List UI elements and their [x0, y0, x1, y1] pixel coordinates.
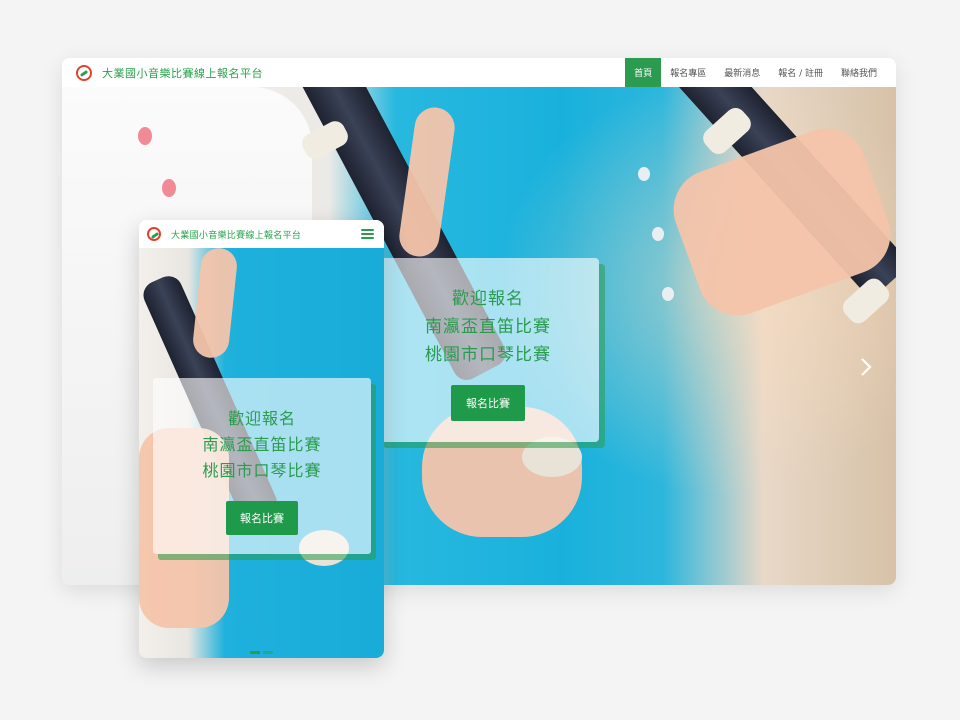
- main-menu: 首頁 報名專區 最新消息 報名 / 註冊 聯絡我們: [625, 58, 886, 87]
- hero-caption-card: 歡迎報名 南瀛盃直笛比賽 桃園市口琴比賽 報名比賽: [377, 258, 599, 442]
- site-title[interactable]: 大業國小音樂比賽線上報名平台: [171, 228, 301, 241]
- menu-item-contact[interactable]: 聯絡我們: [832, 58, 886, 87]
- showcase-stage: 大業國小音樂比賽線上報名平台 首頁 報名專區 最新消息 報名 / 註冊 聯絡我們: [0, 0, 960, 720]
- carousel-indicator[interactable]: [263, 651, 273, 654]
- menu-item-signup-register[interactable]: 報名 / 註冊: [769, 58, 832, 87]
- hero-contest-2-text: 桃園市口琴比賽: [425, 345, 551, 365]
- mobile-hero-carousel: 歡迎報名 南瀛盃直笛比賽 桃園市口琴比賽 報名比賽: [139, 248, 384, 658]
- hero-photo-hand: [396, 104, 458, 260]
- mobile-mockup: 大業國小音樂比賽線上報名平台 歡迎報名 南瀛盃直笛比賽 桃園市口琴比賽 報名比賽: [139, 220, 384, 658]
- shirt-button-shape: [162, 179, 176, 197]
- menu-item-registration-area[interactable]: 報名專區: [661, 58, 715, 87]
- hero-photo-hand: [191, 248, 239, 360]
- hero-contest-2-text: 桃園市口琴比賽: [202, 461, 322, 480]
- carousel-indicator[interactable]: [250, 651, 260, 654]
- hero-contest-1-text: 南瀛盃直笛比賽: [425, 317, 551, 337]
- mobile-hero-caption-card: 歡迎報名 南瀛盃直笛比賽 桃園市口琴比賽 報名比賽: [153, 378, 371, 554]
- polo-button-shape: [652, 227, 664, 241]
- menu-item-home[interactable]: 首頁: [625, 58, 662, 87]
- site-title[interactable]: 大業國小音樂比賽線上報名平台: [102, 65, 263, 81]
- hero-welcome-text: 歡迎報名: [452, 289, 524, 309]
- desktop-navbar: 大業國小音樂比賽線上報名平台 首頁 報名專區 最新消息 報名 / 註冊 聯絡我們: [62, 58, 896, 87]
- logo-icon[interactable]: [147, 227, 161, 241]
- flute-bell-shape: [522, 437, 582, 477]
- carousel-indicators: [139, 651, 384, 654]
- logo-icon[interactable]: [76, 64, 92, 81]
- register-contest-button[interactable]: 報名比賽: [226, 501, 298, 535]
- mobile-navbar: 大業國小音樂比賽線上報名平台: [139, 220, 384, 248]
- polo-button-shape: [662, 287, 674, 301]
- chevron-right-icon[interactable]: [860, 357, 872, 382]
- hero-contest-1-text: 南瀛盃直笛比賽: [202, 435, 322, 454]
- hero-welcome-text: 歡迎報名: [227, 409, 296, 428]
- register-contest-button[interactable]: 報名比賽: [451, 385, 525, 421]
- hamburger-icon[interactable]: [361, 229, 374, 239]
- polo-button-shape: [638, 167, 650, 181]
- shirt-button-shape: [138, 127, 152, 145]
- menu-item-news[interactable]: 最新消息: [715, 58, 769, 87]
